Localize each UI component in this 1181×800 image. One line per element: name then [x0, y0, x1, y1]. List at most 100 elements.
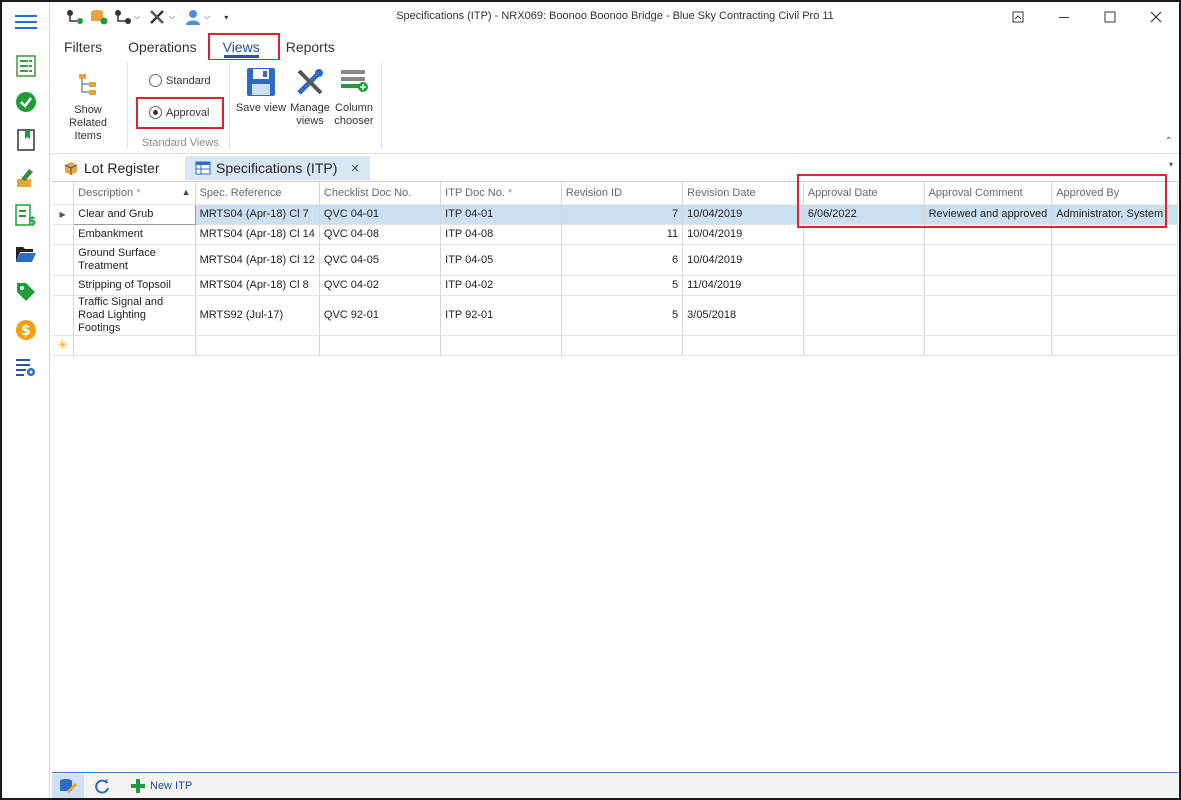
- tab-operations[interactable]: Operations: [115, 35, 209, 59]
- cell-approved-by[interactable]: [1051, 244, 1178, 276]
- row-indicator: [52, 224, 75, 245]
- cell-approval-comment[interactable]: [924, 244, 1053, 276]
- cell-revision-date[interactable]: 11/04/2019: [682, 275, 804, 296]
- tab-filters[interactable]: Filters: [51, 35, 115, 59]
- cell-revision-date[interactable]: 10/04/2019: [682, 204, 804, 225]
- cell-description[interactable]: Stripping of Topsoil: [73, 275, 196, 296]
- cell-description[interactable]: Traffic Signal and Road Lighting Footing…: [73, 295, 196, 336]
- column-header-revision-date[interactable]: Revision Date: [682, 182, 804, 205]
- cell-approved-by[interactable]: [1051, 275, 1178, 296]
- tab-reports[interactable]: Reports: [273, 35, 348, 59]
- cell-approval-comment[interactable]: [924, 275, 1053, 296]
- cell-revision-date[interactable]: 10/04/2019: [682, 244, 804, 276]
- cell-checklist-doc[interactable]: QVC 04-01: [319, 204, 442, 225]
- settings-list-icon[interactable]: [14, 356, 38, 380]
- new-cell[interactable]: [561, 335, 684, 356]
- cell-revision-date[interactable]: 3/05/2018: [682, 295, 804, 336]
- cell-approval-date[interactable]: [803, 275, 925, 296]
- new-row-star-icon: ✳: [52, 335, 75, 356]
- new-cell[interactable]: [73, 335, 196, 356]
- dollar-coin-icon[interactable]: $: [14, 318, 38, 342]
- new-cell[interactable]: [803, 335, 925, 356]
- cell-checklist-doc[interactable]: QVC 92-01: [319, 295, 442, 336]
- column-header-description[interactable]: Description * ▲: [73, 182, 196, 205]
- cell-description[interactable]: Clear and Grub: [73, 203, 196, 225]
- cell-spec-reference[interactable]: MRTS04 (Apr-18) Cl 8: [195, 275, 320, 296]
- tab-list-dropdown-icon[interactable]: ▾: [1169, 160, 1173, 169]
- standard-view-radio[interactable]: Standard: [149, 74, 211, 87]
- hamburger-menu-icon[interactable]: [14, 10, 38, 34]
- cost-sheet-icon[interactable]: $: [14, 204, 38, 228]
- pencil-hand-icon[interactable]: [14, 166, 38, 190]
- new-cell[interactable]: [924, 335, 1053, 356]
- new-cell[interactable]: [195, 335, 320, 356]
- refresh-icon: [95, 779, 109, 794]
- cell-revision-id[interactable]: 7: [561, 204, 684, 225]
- cell-approved-by[interactable]: [1051, 295, 1178, 336]
- cell-checklist-doc[interactable]: QVC 04-02: [319, 275, 442, 296]
- new-cell[interactable]: [319, 335, 442, 356]
- cell-itp-doc[interactable]: ITP 04-01: [440, 204, 562, 225]
- refresh-button[interactable]: [94, 776, 110, 796]
- cell-checklist-doc[interactable]: QVC 04-05: [319, 244, 442, 276]
- tag-icon[interactable]: [14, 280, 38, 304]
- manage-views-button[interactable]: Manage views: [287, 66, 333, 128]
- tab-specifications-itp[interactable]: Specifications (ITP) ✕: [185, 156, 370, 180]
- cell-itp-doc[interactable]: ITP 04-02: [440, 275, 562, 296]
- new-itp-button[interactable]: New ITP: [130, 776, 192, 796]
- cell-revision-id[interactable]: 5: [561, 295, 684, 336]
- cell-spec-reference[interactable]: MRTS92 (Jul-17): [195, 295, 320, 336]
- table-row[interactable]: Stripping of Topsoil MRTS04 (Apr-18) Cl …: [52, 275, 1178, 296]
- cell-spec-reference[interactable]: MRTS04 (Apr-18) Cl 14: [195, 224, 320, 245]
- svg-text:$: $: [28, 214, 36, 228]
- cell-description[interactable]: Ground Surface Treatment: [73, 244, 196, 276]
- new-cell[interactable]: [440, 335, 562, 356]
- new-cell[interactable]: [1051, 335, 1178, 356]
- column-chooser-button[interactable]: Column chooser: [333, 66, 375, 128]
- show-related-items-label: Show Related Items: [69, 104, 107, 142]
- save-view-label: Save view: [235, 102, 287, 114]
- cell-itp-doc[interactable]: ITP 04-05: [440, 244, 562, 276]
- cell-approval-date[interactable]: [803, 244, 925, 276]
- maximize-icon[interactable]: [1087, 2, 1133, 32]
- table-row[interactable]: Ground Surface Treatment MRTS04 (Apr-18)…: [52, 244, 1178, 276]
- cell-itp-doc[interactable]: ITP 04-08: [440, 224, 562, 245]
- column-header-revision-id[interactable]: Revision ID: [561, 182, 684, 205]
- close-icon[interactable]: [1133, 2, 1179, 32]
- check-circle-icon[interactable]: [14, 90, 38, 114]
- approval-radio-highlight: [136, 97, 224, 129]
- cell-revision-date[interactable]: 10/04/2019: [682, 224, 804, 245]
- plus-icon: [131, 779, 145, 793]
- restore-ribbon-icon[interactable]: [995, 2, 1041, 32]
- left-nav-rail: $ $: [2, 2, 50, 798]
- itp-data-grid: Description * ▲ Spec. Reference Checklist…: [52, 181, 1178, 773]
- cell-itp-doc[interactable]: ITP 92-01: [440, 295, 562, 336]
- close-tab-icon[interactable]: ✕: [350, 162, 359, 175]
- column-header-checklist-doc[interactable]: Checklist Doc No.: [319, 182, 442, 205]
- ribbon-separator: [127, 62, 128, 148]
- cell-spec-reference[interactable]: MRTS04 (Apr-18) Cl 12: [195, 244, 320, 276]
- bookmark-book-icon[interactable]: [14, 128, 38, 152]
- tab-lot-register[interactable]: Lot Register: [53, 156, 169, 180]
- show-related-items-button[interactable]: Show Related Items: [55, 68, 121, 143]
- cell-revision-id[interactable]: 6: [561, 244, 684, 276]
- collapse-ribbon-icon[interactable]: ⌃: [1165, 136, 1173, 147]
- column-header-itp-doc[interactable]: ITP Doc No. *: [440, 182, 562, 205]
- cell-approval-comment[interactable]: [924, 295, 1053, 336]
- cell-approval-date[interactable]: [803, 295, 925, 336]
- save-view-button[interactable]: Save view: [235, 66, 287, 115]
- cell-revision-id[interactable]: 5: [561, 275, 684, 296]
- minimize-icon[interactable]: [1041, 2, 1087, 32]
- folder-open-icon[interactable]: [14, 242, 38, 266]
- column-header-spec-reference[interactable]: Spec. Reference: [195, 182, 320, 205]
- cell-revision-id[interactable]: 11: [561, 224, 684, 245]
- edit-records-button[interactable]: [52, 774, 84, 798]
- table-row[interactable]: Traffic Signal and Road Lighting Footing…: [52, 295, 1178, 336]
- cell-checklist-doc[interactable]: QVC 04-08: [319, 224, 442, 245]
- new-item-row[interactable]: ✳: [52, 335, 1178, 356]
- register-list-icon[interactable]: [14, 54, 38, 78]
- cell-spec-reference[interactable]: MRTS04 (Apr-18) Cl 7: [195, 204, 320, 225]
- cell-description[interactable]: Embankment: [73, 224, 196, 245]
- related-items-icon: [72, 68, 104, 100]
- new-cell[interactable]: [682, 335, 804, 356]
